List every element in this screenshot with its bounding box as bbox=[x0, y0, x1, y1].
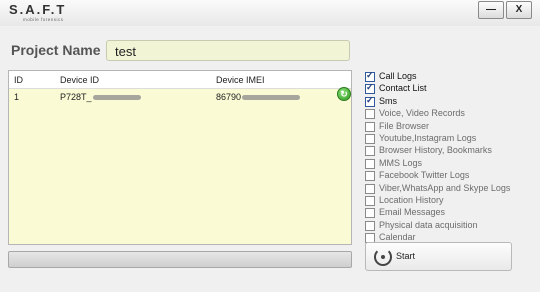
redaction-mark bbox=[242, 95, 301, 101]
option-label: Location History bbox=[379, 195, 444, 205]
checkbox-unchecked[interactable] bbox=[365, 109, 375, 120]
cell-device-imei: 86790 bbox=[216, 92, 301, 102]
power-icon bbox=[374, 248, 392, 266]
column-header-device-imei[interactable]: Device IMEI bbox=[216, 75, 265, 85]
option-label: Youtube,Instagram Logs bbox=[379, 133, 477, 143]
checkbox-checked[interactable]: ✓ bbox=[365, 94, 375, 107]
option-label: Viber,WhatsApp and Skype Logs bbox=[379, 182, 511, 193]
app-logo: S.A.F.T mobile forensics bbox=[9, 2, 67, 23]
checkbox-unchecked[interactable] bbox=[365, 121, 375, 132]
device-imei-text: 86790 bbox=[216, 92, 242, 102]
option-label: Sms bbox=[379, 95, 397, 106]
column-header-device-id[interactable]: Device ID bbox=[60, 75, 99, 85]
close-button[interactable]: X bbox=[506, 1, 532, 19]
checkbox-unchecked[interactable] bbox=[365, 196, 375, 206]
device-table: ID Device ID Device IMEI 1 P728T_ 86790 … bbox=[8, 70, 352, 245]
checkbox-unchecked[interactable] bbox=[365, 134, 375, 144]
checkbox-unchecked[interactable] bbox=[365, 158, 375, 169]
option-label: Calendar bbox=[379, 232, 416, 243]
option-label: File Browser bbox=[379, 120, 430, 131]
redaction-mark bbox=[92, 95, 141, 101]
option-label: Facebook Twitter Logs bbox=[379, 170, 470, 181]
option-label: Voice, Video Records bbox=[379, 108, 465, 119]
progress-bar bbox=[8, 251, 352, 268]
logo-text: S.A.F.T bbox=[9, 2, 67, 17]
checkbox-unchecked[interactable] bbox=[365, 183, 375, 194]
project-name-input[interactable]: test bbox=[106, 40, 350, 61]
option-label: Contact List bbox=[379, 83, 427, 94]
cell-device-id: P728T_ bbox=[60, 92, 141, 102]
checkbox-checked[interactable]: ✓ bbox=[365, 70, 375, 82]
checkbox-checked[interactable]: ✓ bbox=[365, 82, 375, 95]
device-id-text: P728T_ bbox=[60, 92, 92, 102]
option-label: Browser History, Bookmarks bbox=[379, 145, 492, 156]
checkbox-unchecked[interactable] bbox=[365, 171, 375, 182]
option-label: Call Logs bbox=[379, 71, 417, 81]
checkbox-unchecked[interactable] bbox=[365, 146, 375, 157]
check-icon: ✓ bbox=[366, 82, 374, 93]
table-header: ID Device ID Device IMEI bbox=[9, 71, 351, 89]
cell-id: 1 bbox=[14, 92, 20, 102]
column-header-id[interactable]: ID bbox=[14, 75, 23, 85]
table-row[interactable]: 1 P728T_ 86790 bbox=[9, 89, 351, 104]
option-label: MMS Logs bbox=[379, 157, 423, 168]
start-label: Start bbox=[396, 251, 416, 261]
minimize-button[interactable]: — bbox=[478, 1, 504, 19]
checkbox-unchecked[interactable] bbox=[365, 220, 375, 231]
checkbox-unchecked[interactable] bbox=[365, 208, 375, 219]
logo-subtext: mobile forensics bbox=[23, 17, 64, 22]
option-label: Email Messages bbox=[379, 207, 446, 218]
check-icon: ✓ bbox=[366, 94, 374, 105]
title-bar: S.A.F.T mobile forensics — X bbox=[0, 0, 540, 26]
check-icon: ✓ bbox=[366, 70, 374, 80]
option-label: Physical data acquisition bbox=[379, 219, 478, 230]
start-button[interactable]: Start bbox=[365, 242, 512, 271]
connect-icon[interactable]: ↻ bbox=[337, 87, 351, 101]
project-name-label: Project Name bbox=[11, 42, 101, 58]
